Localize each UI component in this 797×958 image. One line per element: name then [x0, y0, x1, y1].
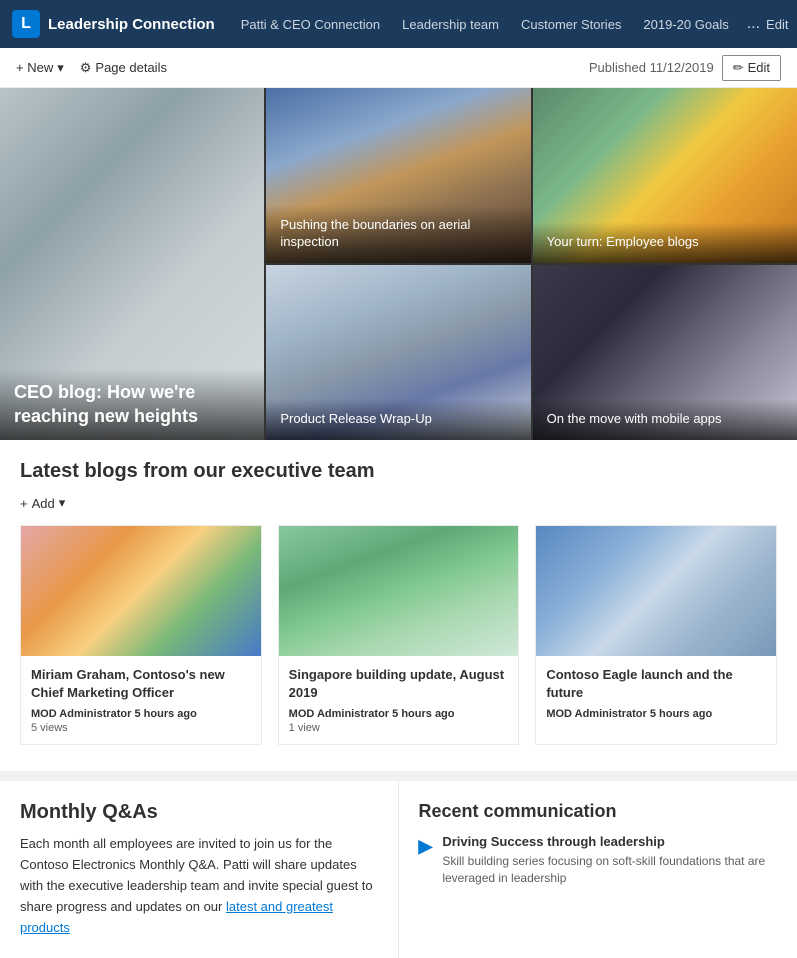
blog-card-title-2: Contoso Eagle launch and the future	[546, 666, 766, 702]
settings-icon: ⚙	[80, 60, 92, 76]
nav-more-button[interactable]: ...	[741, 15, 766, 33]
blog-card-1[interactable]: Singapore building update, August 2019 M…	[278, 525, 520, 745]
nav-link-customer[interactable]: Customer Stories	[511, 0, 631, 48]
top-navigation: L Leadership Connection Patti & CEO Conn…	[0, 0, 797, 48]
pencil-icon: ✏	[733, 60, 744, 76]
hero-aerial-title: Pushing the boundaries on aerial inspect…	[280, 217, 516, 251]
site-title: Leadership Connection	[48, 16, 215, 33]
hero-section: CEO blog: How we're reaching new heights…	[0, 88, 797, 440]
nav-right-actions: Edit ★ Following ↗ Share site	[766, 9, 797, 39]
monthly-qa-section: Monthly Q&As Each month all employees ar…	[0, 781, 399, 958]
hero-employee-title: Your turn: Employee blogs	[547, 234, 783, 251]
nav-edit-button[interactable]: Edit	[766, 17, 788, 32]
blog-card-time-2: 5 hours ago	[650, 708, 712, 720]
nav-link-patti[interactable]: Patti & CEO Connection	[231, 0, 390, 48]
blog-card-meta-0: MOD Administrator 5 hours ago	[31, 708, 251, 720]
blog-section-title: Latest blogs from our executive team	[20, 460, 777, 483]
blog-card-body-0: Miriam Graham, Contoso's new Chief Marke…	[21, 656, 261, 744]
site-logo[interactable]: L Leadership Connection	[12, 10, 215, 38]
page-details-label: Page details	[95, 60, 167, 75]
blog-card-image-1	[279, 526, 519, 656]
blog-card-views-1: 1 view	[289, 722, 509, 734]
hero-main-overlay: CEO blog: How we're reaching new heights	[0, 369, 264, 440]
blog-cards-grid: Miriam Graham, Contoso's new Chief Marke…	[20, 525, 777, 745]
logo-icon: L	[12, 10, 40, 38]
hero-cell-product[interactable]: Product Release Wrap-Up	[266, 265, 530, 440]
comm-item-title: Driving Success through leadership	[442, 834, 777, 849]
blog-card-2[interactable]: Contoso Eagle launch and the future MOD …	[535, 525, 777, 745]
hero-employee-overlay: Your turn: Employee blogs	[533, 222, 797, 263]
blog-card-time-1: 5 hours ago	[392, 708, 454, 720]
blog-card-0[interactable]: Miriam Graham, Contoso's new Chief Marke…	[20, 525, 262, 745]
page-toolbar: + New ▾ ⚙ Page details Published 11/12/2…	[0, 48, 797, 88]
comm-item-0[interactable]: ▶ Driving Success through leadership Ski…	[419, 834, 778, 887]
hero-mobile-title: On the move with mobile apps	[547, 411, 783, 428]
eagle-image	[536, 526, 776, 656]
monthly-qa-title: Monthly Q&As	[20, 801, 378, 824]
nav-links: Patti & CEO Connection Leadership team C…	[231, 0, 766, 48]
singapore-image	[279, 526, 519, 656]
nav-link-goals[interactable]: 2019-20 Goals	[633, 0, 738, 48]
plus-icon: +	[20, 496, 28, 511]
blog-card-title-1: Singapore building update, August 2019	[289, 666, 509, 702]
hero-main-cell[interactable]: CEO blog: How we're reaching new heights	[0, 88, 264, 440]
hero-product-title: Product Release Wrap-Up	[280, 411, 516, 428]
blog-card-meta-2: MOD Administrator 5 hours ago	[546, 708, 766, 720]
blog-card-image-0	[21, 526, 261, 656]
monthly-qa-body: Each month all employees are invited to …	[20, 834, 378, 938]
blog-card-author-2: MOD Administrator	[546, 708, 646, 720]
recent-comm-title: Recent communication	[419, 801, 778, 822]
edit-label: Edit	[748, 60, 770, 75]
new-label: + New	[16, 60, 53, 75]
add-blog-button[interactable]: + Add ▾	[20, 495, 777, 511]
comm-item-content: Driving Success through leadership Skill…	[442, 834, 777, 887]
blog-card-image-2	[536, 526, 776, 656]
blog-card-meta-1: MOD Administrator 5 hours ago	[289, 708, 509, 720]
toolbar-right: Published 11/12/2019 ✏ Edit	[589, 55, 781, 81]
arrow-icon: ▶	[419, 836, 433, 857]
published-status: Published 11/12/2019	[589, 60, 714, 75]
hero-cell-employee[interactable]: Your turn: Employee blogs	[533, 88, 797, 263]
bottom-section: Monthly Q&As Each month all employees ar…	[0, 781, 797, 958]
blog-section: Latest blogs from our executive team + A…	[0, 440, 797, 771]
blog-card-author-1: MOD Administrator	[289, 708, 389, 720]
blog-card-body-2: Contoso Eagle launch and the future MOD …	[536, 656, 776, 732]
hero-aerial-overlay: Pushing the boundaries on aerial inspect…	[266, 205, 530, 263]
new-button[interactable]: + New ▾	[16, 60, 64, 76]
hero-mobile-overlay: On the move with mobile apps	[533, 399, 797, 440]
add-label: Add	[32, 496, 55, 511]
section-divider	[0, 771, 797, 779]
page-details-button[interactable]: ⚙ Page details	[80, 60, 167, 76]
miriam-image	[21, 526, 261, 656]
hero-product-overlay: Product Release Wrap-Up	[266, 399, 530, 440]
edit-button[interactable]: ✏ Edit	[722, 55, 781, 81]
comm-item-desc: Skill building series focusing on soft-s…	[442, 853, 777, 887]
nav-link-leadership[interactable]: Leadership team	[392, 0, 509, 48]
chevron-down-icon: ▾	[59, 495, 66, 511]
hero-main-title: CEO blog: How we're reaching new heights	[14, 381, 250, 428]
blog-card-author-0: MOD Administrator	[31, 708, 131, 720]
hero-cell-aerial[interactable]: Pushing the boundaries on aerial inspect…	[266, 88, 530, 263]
recent-comm-section: Recent communication ▶ Driving Success t…	[399, 781, 797, 958]
blog-card-body-1: Singapore building update, August 2019 M…	[279, 656, 519, 744]
hero-cell-mobile[interactable]: On the move with mobile apps	[533, 265, 797, 440]
chevron-down-icon: ▾	[57, 60, 64, 76]
blog-card-title-0: Miriam Graham, Contoso's new Chief Marke…	[31, 666, 251, 702]
blog-card-time-0: 5 hours ago	[135, 708, 197, 720]
blog-card-views-0: 5 views	[31, 722, 251, 734]
toolbar-left: + New ▾ ⚙ Page details	[16, 60, 167, 76]
